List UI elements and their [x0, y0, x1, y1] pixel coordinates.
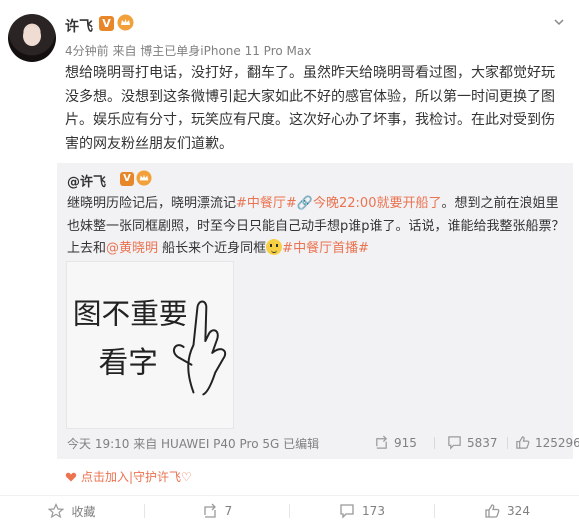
favorite-label: 收藏 [71, 504, 96, 519]
guard-link-text: 点击加入|守护许飞♡ [81, 470, 192, 484]
chevron-down-icon[interactable] [553, 16, 565, 28]
like-count: 125296 [535, 435, 579, 450]
image-text-line2: 看字 [99, 345, 158, 380]
heart-icon [65, 472, 77, 481]
comment-action-count: 173 [362, 504, 385, 518]
event-link[interactable]: 今晚22:00就要开船了 [313, 196, 441, 211]
repost-action-count: 7 [224, 504, 233, 518]
action-bar: 收藏 7 173 324 [0, 495, 579, 525]
favorite-button[interactable]: 收藏 [0, 496, 144, 525]
link-icon: 🔗 [296, 196, 313, 211]
verified-badge: V [99, 16, 114, 31]
crown-icon[interactable] [136, 170, 152, 186]
guard-link[interactable]: 点击加入|守护许飞♡ [65, 468, 192, 485]
topic-link-zhongcanting[interactable]: #中餐厅# [236, 196, 297, 211]
weibo-card: 许飞 V 4分钟前 来自 博主已单身iPhone 11 Pro Max 想给晓明… [0, 0, 579, 525]
like-count-button[interactable]: 125296 [515, 435, 579, 450]
repost-text-part1: 继晓明历险记后，晓明漂流记 [67, 196, 237, 211]
post-meta: 4分钟前 来自 博主已单身iPhone 11 Pro Max [65, 44, 312, 58]
like-button[interactable]: 324 [435, 496, 579, 525]
emoji-icon [266, 239, 283, 255]
like-icon [516, 436, 530, 449]
comment-count-button[interactable]: 5837 [447, 435, 498, 450]
comment-count: 5837 [467, 435, 498, 450]
post-text: 想给晓明哥打电话，没打好，翻车了。虽然昨天给晓明哥看过图，大家都觉好玩没多想。没… [65, 65, 555, 152]
author-name[interactable]: 许飞 [65, 16, 93, 36]
avatar[interactable] [8, 14, 56, 62]
crown-icon[interactable] [117, 14, 134, 31]
comment-button[interactable]: 173 [290, 496, 434, 525]
repost-text-part3: 船长来个近身同框 [158, 241, 267, 256]
comment-icon [340, 504, 354, 519]
repost-meta: 今天 19:10 来自 HUAWEI P40 Pro 5G 已编辑 [67, 437, 320, 451]
image-text-line1: 图不重要 [73, 296, 188, 330]
topic-link-premiere[interactable]: #中餐厅首播# [282, 241, 369, 256]
like-icon [485, 504, 500, 518]
repost-image[interactable]: 图不重要 看字 [66, 261, 234, 429]
repost-author[interactable]: @许飞 [67, 171, 106, 190]
mention-link[interactable]: @黄晓明 [106, 241, 158, 256]
favorite-icon [48, 503, 65, 519]
repost-verified-badge: V [120, 172, 134, 186]
repost-icon [376, 435, 388, 449]
repost-icon [204, 503, 216, 518]
comment-icon [448, 436, 461, 450]
repost-block[interactable]: @许飞 V 继晓明历险记后，晓明漂流记#中餐厅#🔗今晚22:00就要开船了。想到… [57, 163, 579, 459]
like-action-count: 324 [507, 504, 530, 518]
repost-text: 继晓明历险记后，晓明漂流记#中餐厅#🔗今晚22:00就要开船了。想到之前在浪姐里… [67, 193, 567, 261]
repost-button[interactable]: 7 [145, 496, 289, 525]
repost-count-button[interactable]: 915 [374, 435, 417, 450]
repost-count: 915 [394, 435, 417, 450]
